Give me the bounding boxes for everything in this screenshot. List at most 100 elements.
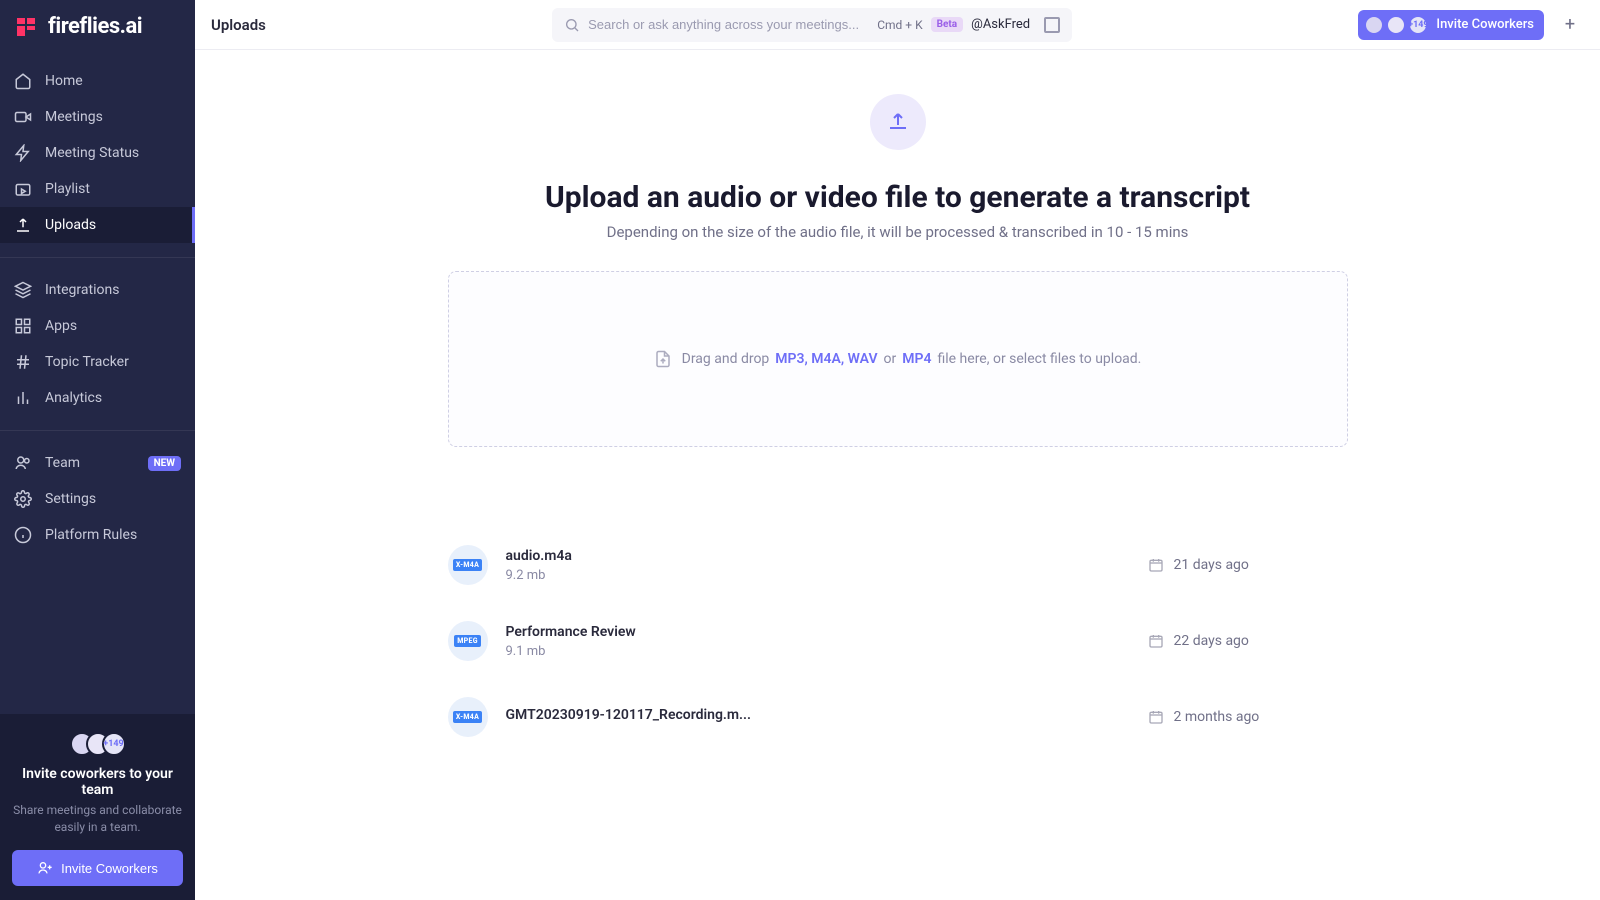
avatar-count: +149 <box>102 732 126 756</box>
shortcut-hint: Cmd + K <box>877 18 922 32</box>
nav-group-main: Home Meetings Meeting Status Playlist Up… <box>0 57 195 249</box>
avatar-count: +149 <box>1408 15 1428 35</box>
video-icon <box>14 108 32 126</box>
sidebar-item-analytics[interactable]: Analytics <box>0 380 195 416</box>
file-row[interactable]: X-M4A GMT20230919-120117_Recording.m... … <box>448 679 1348 755</box>
sidebar-item-settings[interactable]: Settings <box>0 481 195 517</box>
fireflies-logo-icon <box>14 15 38 39</box>
invite-coworkers-top-button[interactable]: +149 Invite Coworkers <box>1358 10 1544 40</box>
file-type-icon: X-M4A <box>448 697 488 737</box>
file-date: 2 months ago <box>1148 709 1348 725</box>
calendar-icon <box>1148 709 1164 725</box>
beta-badge: Beta <box>931 17 964 32</box>
sidebar-label: Meetings <box>45 109 103 125</box>
brand-logo[interactable]: fireflies.ai <box>0 0 195 57</box>
file-meta: audio.m4a 9.2 mb <box>506 548 1130 583</box>
file-date-text: 2 months ago <box>1174 709 1260 725</box>
bolt-icon <box>14 144 32 162</box>
sidebar-item-integrations[interactable]: Integrations <box>0 272 195 308</box>
hero-title: Upload an audio or video file to generat… <box>448 180 1348 215</box>
file-name: GMT20230919-120117_Recording.m... <box>506 707 806 723</box>
file-row[interactable]: MPEG Performance Review 9.1 mb 22 days a… <box>448 603 1348 679</box>
search-input[interactable] <box>588 17 869 32</box>
sidebar-label: Integrations <box>45 282 119 298</box>
avatar <box>1386 15 1406 35</box>
stop-icon[interactable] <box>1044 17 1060 33</box>
invite-cta-label: Invite Coworkers <box>61 861 158 876</box>
playlist-icon <box>14 180 32 198</box>
nav-group-secondary: Integrations Apps Topic Tracker Analytic… <box>0 266 195 422</box>
sidebar-item-meeting-status[interactable]: Meeting Status <box>0 135 195 171</box>
sidebar-label: Home <box>45 73 83 89</box>
sidebar-invite-panel: +149 Invite coworkers to your team Share… <box>0 714 195 900</box>
file-badge: X-M4A <box>453 559 482 571</box>
invite-subtitle: Share meetings and collaborate easily in… <box>12 802 183 836</box>
page-title: Uploads <box>211 16 266 34</box>
nav-group-tertiary: Team NEW Settings Platform Rules <box>0 439 195 559</box>
nav-divider <box>0 257 195 258</box>
sidebar-label: Apps <box>45 318 77 334</box>
upload-icon <box>14 216 32 234</box>
file-badge: X-M4A <box>453 711 482 723</box>
search-icon <box>564 17 580 33</box>
add-button[interactable]: + <box>1556 11 1584 39</box>
topbar: Uploads Cmd + K Beta @AskFred +149 Invit… <box>195 0 1600 50</box>
hero-subtitle: Depending on the size of the audio file,… <box>448 223 1348 241</box>
sidebar-item-topic-tracker[interactable]: Topic Tracker <box>0 344 195 380</box>
gear-icon <box>14 490 32 508</box>
file-date-text: 22 days ago <box>1174 633 1249 649</box>
sidebar-label: Topic Tracker <box>45 354 129 370</box>
invite-title: Invite coworkers to your team <box>12 766 183 798</box>
sidebar: fireflies.ai Home Meetings Meeting Statu… <box>0 0 195 900</box>
file-row[interactable]: X-M4A audio.m4a 9.2 mb 21 days ago <box>448 527 1348 603</box>
nav-divider <box>0 430 195 431</box>
sidebar-label: Meeting Status <box>45 145 139 161</box>
analytics-icon <box>14 389 32 407</box>
file-name: Performance Review <box>506 624 806 640</box>
sidebar-item-playlist[interactable]: Playlist <box>0 171 195 207</box>
sidebar-label: Uploads <box>45 217 96 233</box>
file-list: X-M4A audio.m4a 9.2 mb 21 days ago MPEG … <box>448 527 1348 755</box>
calendar-icon <box>1148 557 1164 573</box>
sidebar-label: Analytics <box>45 390 102 406</box>
sidebar-item-uploads[interactable]: Uploads <box>0 207 195 243</box>
sidebar-label: Settings <box>45 491 96 507</box>
search-container[interactable]: Cmd + K Beta @AskFred <box>552 8 1072 42</box>
avatar <box>1364 15 1384 35</box>
file-badge: MPEG <box>454 635 481 647</box>
dropzone-text-post: file here, or select files to upload. <box>938 351 1142 367</box>
topbar-actions: +149 Invite Coworkers + <box>1358 10 1584 40</box>
user-plus-icon <box>37 860 53 876</box>
file-date: 22 days ago <box>1148 633 1348 649</box>
apps-icon <box>14 317 32 335</box>
file-date: 21 days ago <box>1148 557 1348 573</box>
file-type-icon: X-M4A <box>448 545 488 585</box>
avatar-stack: +149 <box>12 732 183 756</box>
file-name: audio.m4a <box>506 548 806 564</box>
sidebar-item-home[interactable]: Home <box>0 63 195 99</box>
askfred-mention: @AskFred <box>971 17 1030 32</box>
sidebar-label: Playlist <box>45 181 90 197</box>
home-icon <box>14 72 32 90</box>
invite-coworkers-button[interactable]: Invite Coworkers <box>12 850 183 886</box>
hash-icon <box>14 353 32 371</box>
dropzone-or: or <box>884 351 897 367</box>
brand-name: fireflies.ai <box>48 14 142 39</box>
sidebar-item-team[interactable]: Team NEW <box>0 445 195 481</box>
calendar-icon <box>1148 633 1164 649</box>
info-icon <box>14 526 32 544</box>
sidebar-item-apps[interactable]: Apps <box>0 308 195 344</box>
dropzone-formats2: MP4 <box>902 351 931 367</box>
file-size: 9.1 mb <box>506 644 1130 659</box>
sidebar-item-platform-rules[interactable]: Platform Rules <box>0 517 195 553</box>
file-meta: GMT20230919-120117_Recording.m... <box>506 707 1130 727</box>
file-meta: Performance Review 9.1 mb <box>506 624 1130 659</box>
sidebar-item-meetings[interactable]: Meetings <box>0 99 195 135</box>
sidebar-label: Team <box>45 455 80 471</box>
sidebar-label: Platform Rules <box>45 527 137 543</box>
upload-hero: Upload an audio or video file to generat… <box>448 94 1348 447</box>
content: Upload an audio or video file to generat… <box>195 50 1600 900</box>
dropzone[interactable]: Drag and drop MP3, M4A, WAV or MP4 file … <box>448 271 1348 447</box>
upload-hero-icon <box>870 94 926 150</box>
team-icon <box>14 454 32 472</box>
